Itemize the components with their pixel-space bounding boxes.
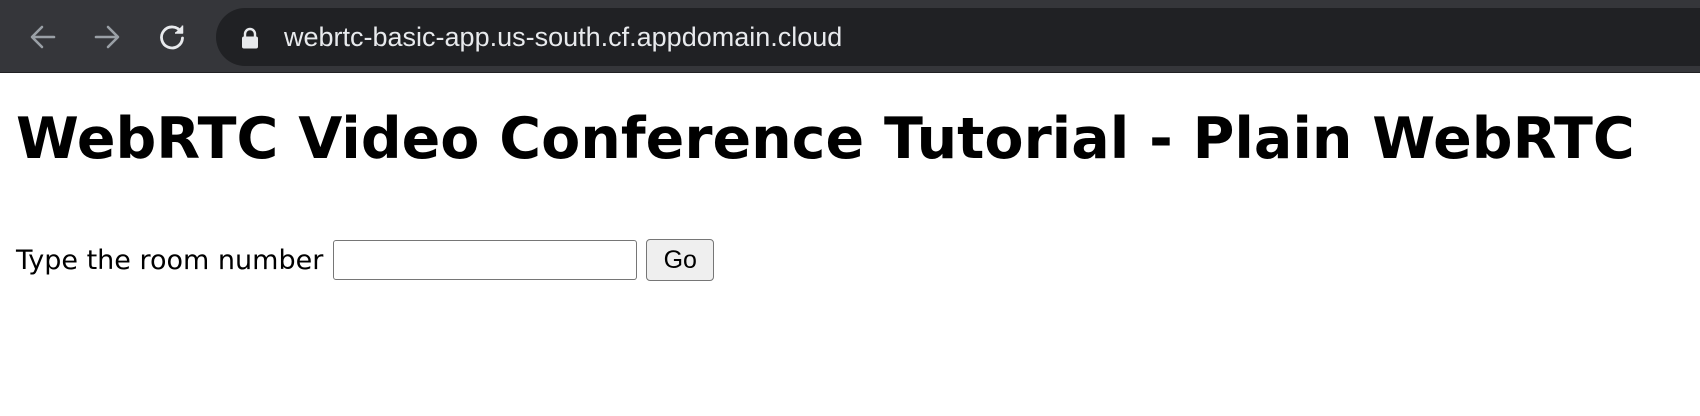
forward-button[interactable] (88, 18, 126, 56)
reload-icon (160, 25, 184, 50)
go-button[interactable]: Go (646, 239, 715, 281)
lock-icon (242, 27, 258, 49)
address-url[interactable]: webrtc-basic-app.us-south.cf.appdomain.c… (284, 8, 842, 66)
page-title: WebRTC Video Conference Tutorial - Plain… (16, 106, 1635, 172)
room-form: Type the room number Go (16, 238, 715, 282)
browser-toolbar: webrtc-basic-app.us-south.cf.appdomain.c… (0, 0, 1700, 73)
arrow-right-icon (94, 25, 120, 49)
room-number-label: Type the room number (16, 244, 324, 276)
arrow-left-icon (30, 25, 56, 49)
page-content: WebRTC Video Conference Tutorial - Plain… (0, 73, 1700, 416)
room-number-input[interactable] (333, 240, 638, 280)
address-bar[interactable]: webrtc-basic-app.us-south.cf.appdomain.c… (216, 8, 1700, 66)
reload-button[interactable] (153, 18, 191, 56)
back-button[interactable] (24, 18, 62, 56)
